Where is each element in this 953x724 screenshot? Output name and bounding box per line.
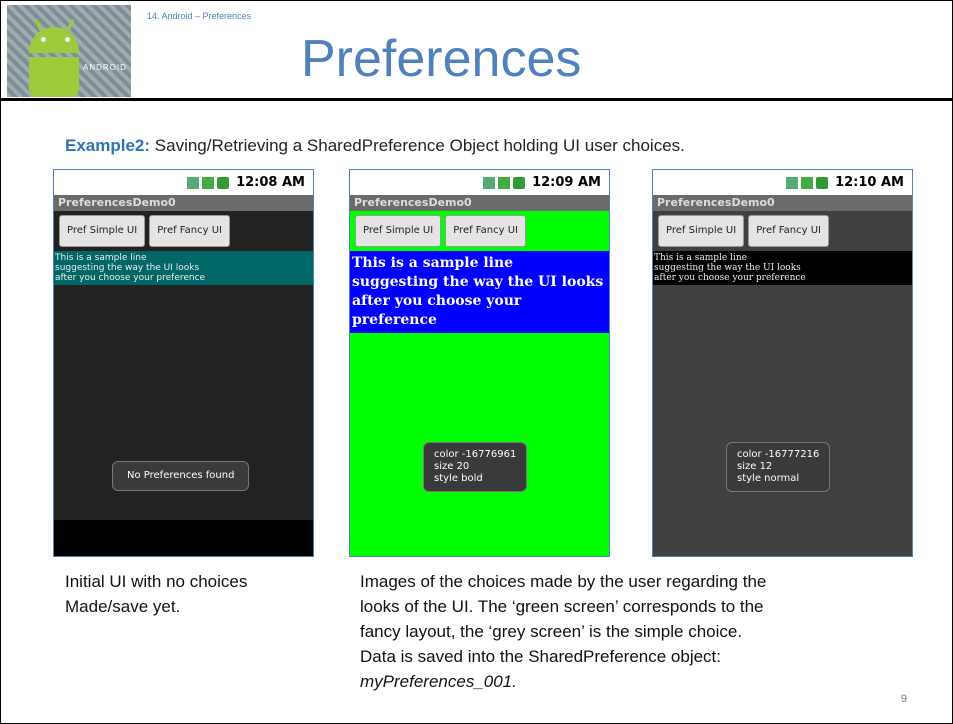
battery-icon [815, 176, 828, 189]
android-head [29, 27, 79, 53]
app-title: PreferencesDemo0 [653, 195, 912, 211]
pref-simple-ui-button[interactable]: Pref Simple UI [658, 215, 745, 247]
button-row: Pref Simple UI Pref Fancy UI [350, 211, 609, 251]
network-3g-icon [785, 176, 798, 189]
app-title: PreferencesDemo0 [54, 195, 313, 211]
android-eye-right [65, 37, 70, 42]
caption-initial-line-2: Made/save yet. [65, 597, 181, 616]
status-time: 12:09 AM [532, 175, 601, 190]
button-row: Pref Simple UI Pref Fancy UI [653, 211, 912, 251]
signal-icon [497, 176, 510, 189]
slide-tag: 14. Android – Preferences [147, 11, 252, 21]
status-time: 12:10 AM [835, 175, 904, 190]
slide-title: Preferences [301, 30, 582, 88]
sample-text: This is a sample line suggesting the way… [350, 251, 609, 333]
caption-initial: Initial UI with no choices Made/save yet… [65, 569, 247, 619]
pref-fancy-ui-button[interactable]: Pref Fancy UI [149, 215, 230, 247]
content-area: Pref Simple UI Pref Fancy UI This is a sa… [653, 211, 912, 556]
pref-fancy-ui-button[interactable]: Pref Fancy UI [445, 215, 526, 247]
antenna-right [66, 18, 75, 32]
pref-fancy-ui-button[interactable]: Pref Fancy UI [748, 215, 829, 247]
sample-text: This is a sample line suggesting the way… [54, 251, 313, 285]
phone-screenshot-initial: 12:08 AM PreferencesDemo0 Pref Simple UI… [53, 169, 314, 557]
caption-choices-line-5: myPreferences_001. [360, 672, 517, 691]
toast-message: No Preferences found [112, 461, 250, 491]
example-text: Saving/Retrieving a SharedPreference Obj… [150, 136, 685, 155]
button-row: Pref Simple UI Pref Fancy UI [54, 211, 313, 251]
status-time: 12:08 AM [236, 175, 305, 190]
toast-message: color -16776961 size 20 style bold [423, 442, 528, 492]
pref-simple-ui-button[interactable]: Pref Simple UI [355, 215, 442, 247]
app-title: PreferencesDemo0 [350, 195, 609, 211]
slide: ANDROID 14. Android – Preferences Prefer… [0, 0, 953, 724]
android-logo: ANDROID [7, 5, 131, 97]
battery-icon [216, 176, 229, 189]
toast-message: color -16777216 size 12 style normal [726, 442, 831, 492]
caption-initial-line-1: Initial UI with no choices [65, 572, 248, 591]
toast-style: style bold [434, 473, 483, 484]
title-divider [1, 98, 952, 101]
example-heading: Example2: Saving/Retrieving a SharedPref… [65, 136, 685, 156]
phone-screenshot-simple: 12:10 AM PreferencesDemo0 Pref Simple UI… [652, 169, 913, 557]
example-label: Example2: [65, 136, 151, 155]
caption-choices: Images of the choices made by the user r… [360, 569, 766, 694]
android-body [29, 57, 79, 97]
phone-screenshot-fancy: 12:09 AM PreferencesDemo0 Pref Simple UI… [349, 169, 610, 557]
toast-style: style normal [737, 473, 800, 484]
status-bar: 12:08 AM [54, 170, 313, 195]
page-number: 9 [900, 693, 907, 705]
caption-choices-line-3: fancy layout, the ‘grey screen’ is the s… [360, 622, 743, 641]
caption-choices-line-2: looks of the UI. The ‘green screen’ corr… [360, 597, 764, 616]
content-area: Pref Simple UI Pref Fancy UI This is a sa… [350, 211, 609, 556]
caption-choices-line-4: Data is saved into the SharedPreference … [360, 647, 721, 666]
network-3g-icon [186, 176, 199, 189]
sample-text: This is a sample line suggesting the way… [653, 251, 912, 285]
status-bar: 12:09 AM [350, 170, 609, 195]
status-bar: 12:10 AM [653, 170, 912, 195]
signal-icon [201, 176, 214, 189]
toast-size: size 12 [737, 461, 773, 472]
network-3g-icon [482, 176, 495, 189]
logo-text: ANDROID [83, 63, 127, 72]
pref-simple-ui-button[interactable]: Pref Simple UI [59, 215, 146, 247]
android-eye-left [41, 37, 46, 42]
battery-icon [512, 176, 525, 189]
caption-choices-line-1: Images of the choices made by the user r… [360, 572, 767, 591]
signal-icon [800, 176, 813, 189]
toast-color: color -16777216 [737, 449, 820, 460]
toast-size: size 20 [434, 461, 470, 472]
toast-color: color -16776961 [434, 449, 517, 460]
